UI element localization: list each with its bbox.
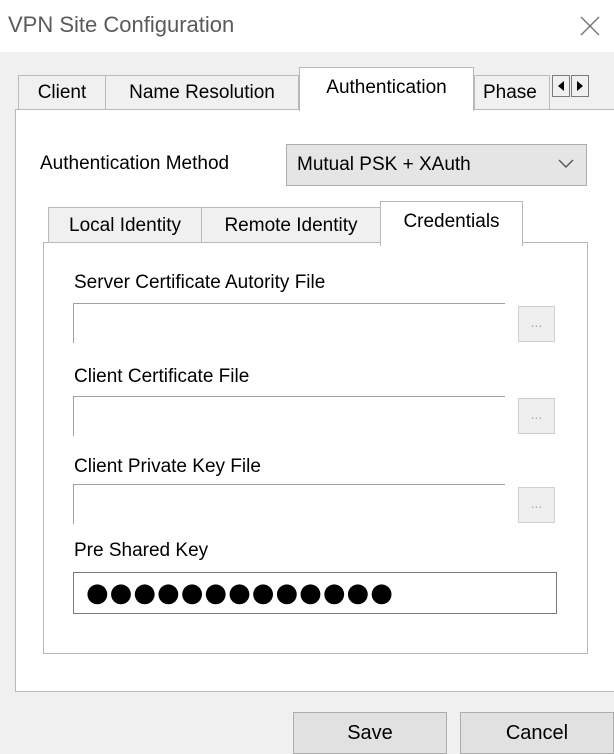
window-title: VPN Site Configuration (8, 12, 235, 37)
arrow-left-icon (558, 81, 564, 91)
server-ca-file-label: Server Certificate Autority File (74, 272, 326, 293)
tab-local-identity[interactable]: Local Identity (48, 207, 202, 242)
authentication-method-label: Authentication Method (40, 153, 230, 174)
tab-credentials[interactable]: Credentials (380, 201, 523, 246)
client-cert-file-label: Client Certificate File (74, 366, 250, 387)
title-bar: VPN Site Configuration (0, 0, 614, 52)
tab-scroll-left-button[interactable] (552, 75, 570, 97)
tab-scroll-right-button[interactable] (571, 75, 589, 97)
client-cert-browse-button[interactable]: ... (518, 398, 555, 434)
pre-shared-key-label: Pre Shared Key (74, 540, 209, 561)
tab-name-resolution[interactable]: Name Resolution (105, 75, 299, 109)
authentication-method-value: Mutual PSK + XAuth (297, 154, 471, 175)
outer-tab-bar: Client Name Resolution Authentication Ph… (18, 67, 612, 111)
server-ca-file-input[interactable] (73, 303, 505, 343)
close-button[interactable] (574, 10, 606, 42)
authentication-method-select[interactable]: Mutual PSK + XAuth (286, 144, 587, 186)
tab-remote-identity[interactable]: Remote Identity (201, 207, 381, 242)
client-key-browse-button[interactable]: ... (518, 487, 555, 523)
close-icon (580, 16, 600, 36)
arrow-right-icon (577, 81, 583, 91)
client-key-file-input[interactable] (73, 484, 505, 524)
chevron-down-icon (558, 159, 574, 168)
client-cert-file-input[interactable] (73, 396, 505, 436)
tab-authentication[interactable]: Authentication (299, 67, 474, 111)
server-ca-browse-button[interactable]: ... (518, 306, 555, 342)
tab-phase[interactable]: Phase (474, 75, 550, 109)
save-button[interactable]: Save (293, 712, 447, 754)
cancel-button[interactable]: Cancel (460, 712, 614, 754)
client-key-file-label: Client Private Key File (74, 456, 261, 477)
tab-client[interactable]: Client (18, 75, 106, 109)
pre-shared-key-input[interactable]: ●●●●●●●●●●●●● (73, 572, 557, 614)
